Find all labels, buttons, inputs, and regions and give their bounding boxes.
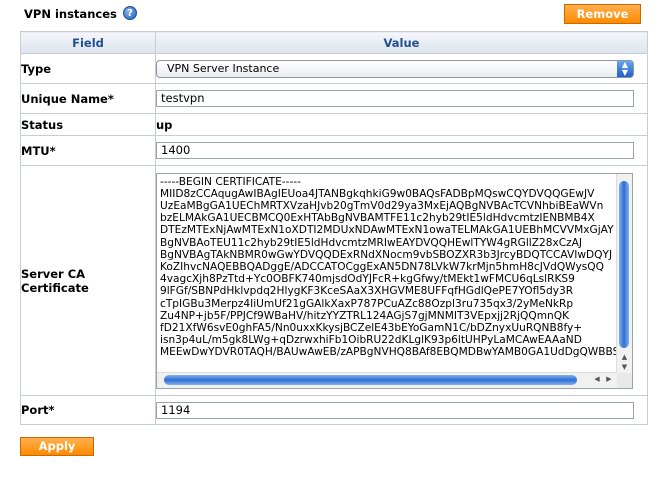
scroll-left-icon[interactable]: ◀: [591, 375, 603, 386]
column-header-field: Field: [20, 31, 156, 54]
port-input[interactable]: 1194: [156, 401, 634, 419]
type-select[interactable]: VPN Server Instance ▲ ▼: [156, 59, 634, 78]
remove-button[interactable]: Remove: [564, 4, 641, 24]
server-ca-label: Server CA Certificate: [20, 165, 156, 396]
vertical-scroll-thumb[interactable]: [619, 180, 629, 348]
resize-corner: [617, 372, 632, 388]
vertical-scrollbar[interactable]: ▲ ▼: [616, 173, 632, 373]
horizontal-scroll-thumb[interactable]: [164, 374, 577, 385]
table-row: Status up: [20, 113, 648, 136]
scroll-up-icon[interactable]: ▲: [617, 353, 632, 363]
server-ca-text: -----BEGIN CERTIFICATE----- MIID8zCCAqug…: [160, 175, 616, 359]
table-row: Port* 1194: [20, 395, 648, 425]
header-bar: VPN instances ? Remove: [20, 4, 646, 24]
help-icon[interactable]: ?: [123, 6, 137, 20]
vpn-instance-table: Field Value Type VPN Server Instance ▲ ▼ …: [20, 31, 648, 425]
mtu-input[interactable]: 1400: [156, 142, 634, 159]
table-row: Server CA Certificate -----BEGIN CERTIFI…: [20, 165, 648, 396]
port-label: Port*: [20, 395, 156, 425]
up-down-arrows-icon: ▲ ▼: [617, 60, 633, 77]
server-ca-textarea[interactable]: -----BEGIN CERTIFICATE----- MIID8zCCAqug…: [156, 172, 633, 389]
type-select-value: VPN Server Instance: [167, 61, 280, 75]
scroll-down-icon[interactable]: ▼: [617, 363, 632, 373]
mtu-label: MTU*: [20, 135, 156, 166]
horizontal-scrollbar[interactable]: ◀ ▶: [157, 371, 617, 388]
column-header-value: Value: [155, 31, 648, 54]
status-label: Status: [20, 113, 156, 136]
table-row: Unique Name* testvpn: [20, 83, 648, 114]
type-label: Type: [20, 53, 156, 84]
table-row: MTU* 1400: [20, 135, 648, 166]
apply-button[interactable]: Apply: [20, 437, 94, 456]
scroll-right-icon[interactable]: ▶: [603, 375, 615, 386]
status-value: up: [156, 117, 173, 132]
unique-name-input[interactable]: testvpn: [156, 90, 634, 107]
table-row: Type VPN Server Instance ▲ ▼: [20, 53, 648, 84]
page-title: VPN instances: [24, 7, 117, 21]
unique-name-label: Unique Name*: [20, 83, 156, 114]
